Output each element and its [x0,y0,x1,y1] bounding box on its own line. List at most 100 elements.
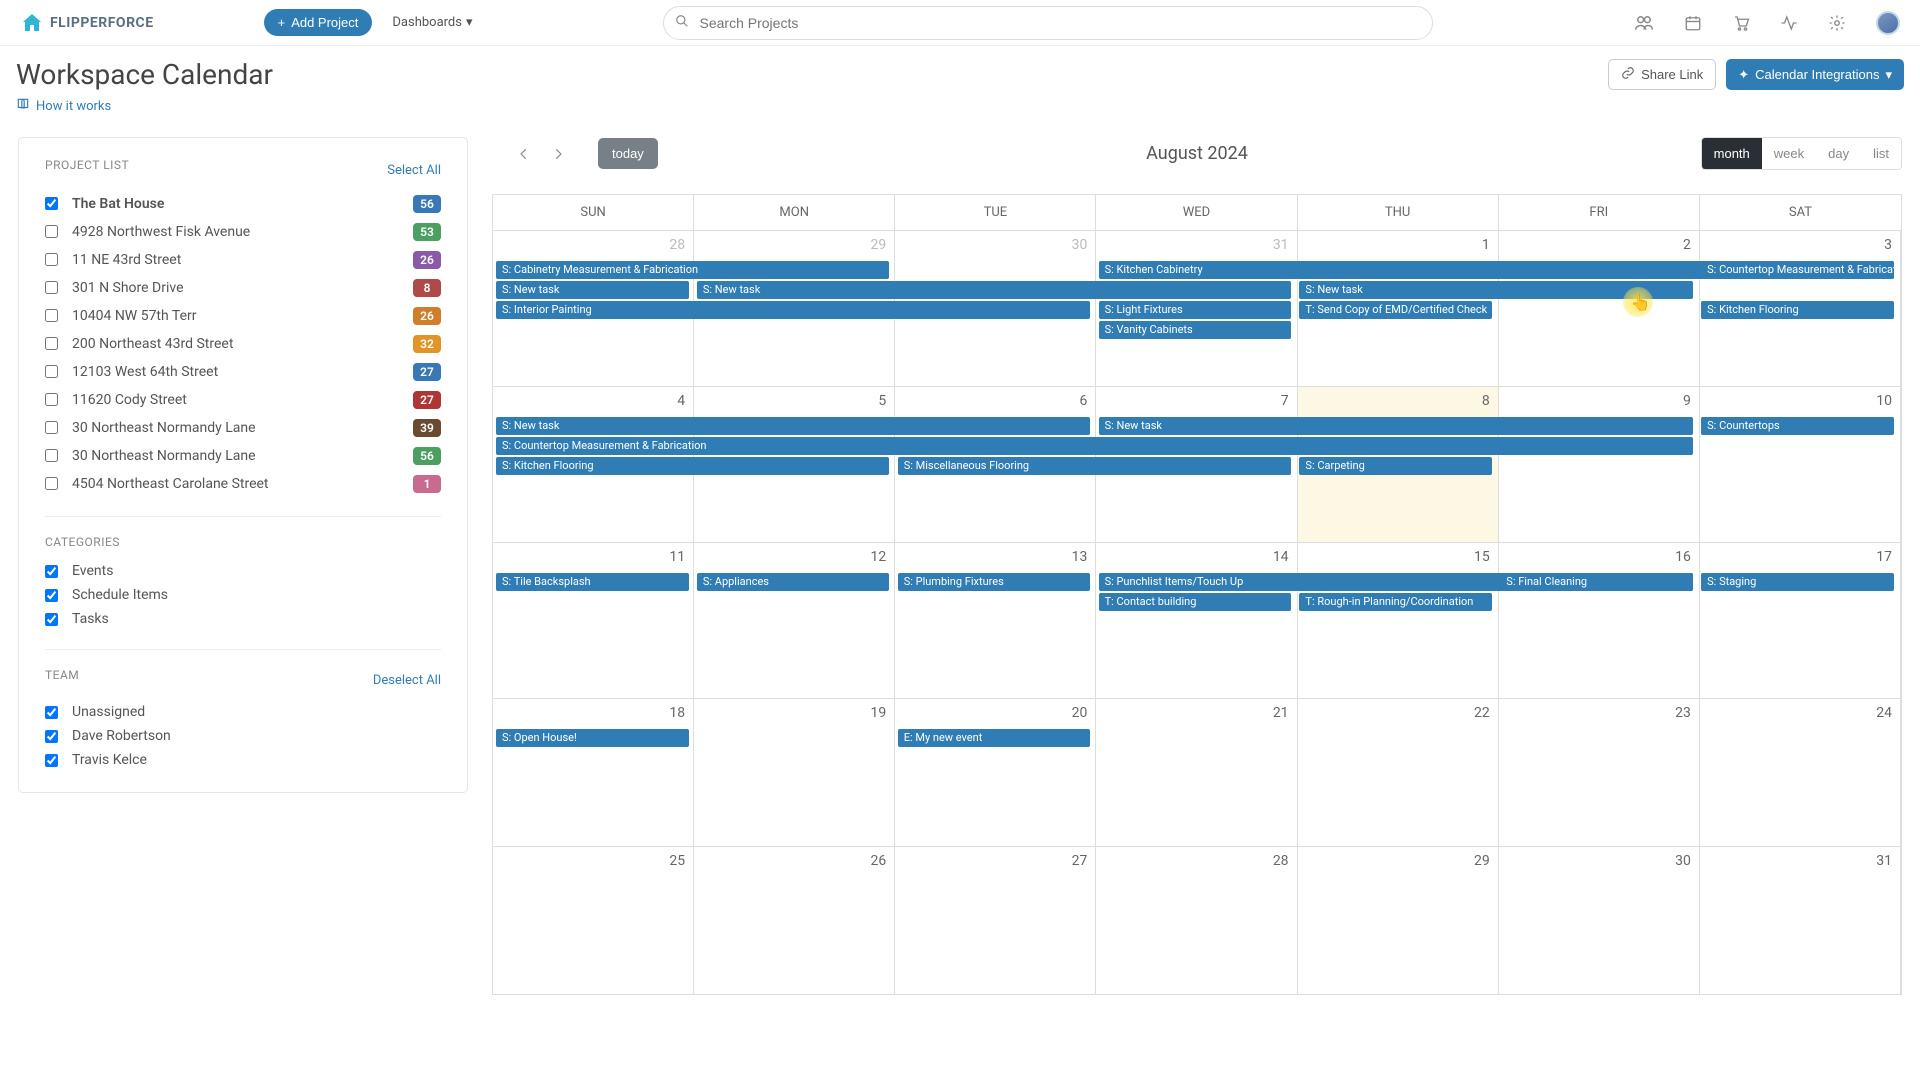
calendar-icon[interactable] [1684,14,1702,32]
calendar-day-cell[interactable]: 20 [895,699,1096,847]
category-item[interactable]: Tasks [45,607,441,631]
project-checkbox[interactable] [45,309,58,322]
calendar-event[interactable]: S: Vanity Cabinets [1099,321,1292,339]
calendar-day-cell[interactable]: 26 [694,847,895,995]
calendar-event[interactable]: S: Cabinetry Measurement & Fabrication [496,261,889,279]
project-checkbox[interactable] [45,281,58,294]
project-checkbox[interactable] [45,393,58,406]
calendar-event[interactable]: S: Final Cleaning [1500,573,1693,591]
project-checkbox[interactable] [45,477,58,490]
calendar-event[interactable]: S: Countertop Measurement & Fabrication [1701,261,1894,279]
project-item[interactable]: 12103 West 64th Street 27 [45,358,441,386]
cart-icon[interactable] [1732,14,1750,32]
today-button[interactable]: today [598,138,658,169]
category-item[interactable]: Schedule Items [45,583,441,607]
calendar-day-cell[interactable]: 29 [1298,847,1499,995]
activity-icon[interactable] [1780,14,1798,32]
project-checkbox[interactable] [45,253,58,266]
logo[interactable]: FLIPPERFORCE [20,11,154,35]
project-checkbox[interactable] [45,197,58,210]
calendar-event[interactable]: T: Send Copy of EMD/Certified Check [1299,301,1492,319]
view-month-button[interactable]: month [1702,138,1762,169]
calendar-day-cell[interactable]: 18 [493,699,694,847]
calendar-day-cell[interactable]: 19 [694,699,895,847]
calendar-day-cell[interactable]: 12 [694,543,895,699]
calendar-day-cell[interactable]: 28 [1096,847,1297,995]
category-checkbox[interactable] [45,565,58,578]
project-item[interactable]: 30 Northeast Normandy Lane 39 [45,414,441,442]
team-checkbox[interactable] [45,730,58,743]
dashboards-menu[interactable]: Dashboards ▾ [392,15,472,30]
project-item[interactable]: 200 Northeast 43rd Street 32 [45,330,441,358]
project-item[interactable]: 4928 Northwest Fisk Avenue 53 [45,218,441,246]
calendar-event[interactable]: S: Countertops [1701,417,1894,435]
team-item[interactable]: Dave Robertson [45,724,441,748]
project-item[interactable]: The Bat House 56 [45,190,441,218]
view-list-button[interactable]: list [1861,138,1901,169]
calendar-event[interactable]: S: New task [1099,417,1693,435]
next-month-button[interactable] [546,142,570,166]
team-item[interactable]: Travis Kelce [45,748,441,772]
calendar-day-cell[interactable]: 13 [895,543,1096,699]
project-item[interactable]: 10404 NW 57th Terr 26 [45,302,441,330]
calendar-event[interactable]: S: Plumbing Fixtures [898,573,1091,591]
calendar-event[interactable]: S: New task [1299,281,1692,299]
category-checkbox[interactable] [45,589,58,602]
project-item[interactable]: 30 Northeast Normandy Lane 56 [45,442,441,470]
calendar-day-cell[interactable]: 16 [1499,543,1700,699]
calendar-event[interactable]: S: Staging [1701,573,1894,591]
calendar-event[interactable]: T: Rough-in Planning/Coordination [1299,593,1492,611]
project-checkbox[interactable] [45,449,58,462]
project-item[interactable]: 11620 Cody Street 27 [45,386,441,414]
calendar-event[interactable]: S: Interior Painting [496,301,1090,319]
calendar-day-cell[interactable]: 15 [1298,543,1499,699]
calendar-day-cell[interactable]: 27 [895,847,1096,995]
calendar-day-cell[interactable]: 10 [1700,387,1901,543]
project-item[interactable]: 301 N Shore Drive 8 [45,274,441,302]
add-project-button[interactable]: + Add Project [264,9,373,36]
calendar-day-cell[interactable]: 22 [1298,699,1499,847]
project-checkbox[interactable] [45,225,58,238]
calendar-event[interactable]: S: Light Fixtures [1099,301,1292,319]
calendar-day-cell[interactable]: 17 [1700,543,1901,699]
view-week-button[interactable]: week [1762,138,1816,169]
share-link-button[interactable]: Share Link [1608,59,1716,90]
calendar-day-cell[interactable]: 23 [1499,699,1700,847]
team-checkbox[interactable] [45,706,58,719]
project-checkbox[interactable] [45,421,58,434]
calendar-day-cell[interactable]: 2 [1499,231,1700,387]
calendar-day-cell[interactable]: 30 [1499,847,1700,995]
avatar[interactable] [1876,11,1900,35]
calendar-event[interactable]: S: Open House! [496,729,689,747]
project-checkbox[interactable] [45,365,58,378]
calendar-day-cell[interactable]: 14 [1096,543,1297,699]
calendar-day-cell[interactable]: 11 [493,543,694,699]
calendar-day-cell[interactable]: 25 [493,847,694,995]
calendar-day-cell[interactable]: 9 [1499,387,1700,543]
calendar-event[interactable]: E: My new event [898,729,1091,747]
calendar-event[interactable]: S: Kitchen Flooring [1701,301,1894,319]
calendar-event[interactable]: T: Contact building [1099,593,1292,611]
calendar-event[interactable]: S: New task [496,417,1090,435]
calendar-day-cell[interactable]: 24 [1700,699,1901,847]
calendar-integrations-button[interactable]: ✦ Calendar Integrations ▾ [1726,59,1904,90]
view-day-button[interactable]: day [1816,138,1861,169]
calendar-day-cell[interactable]: 21 [1096,699,1297,847]
calendar-event[interactable]: S: Carpeting [1299,457,1492,475]
calendar-event[interactable]: S: Countertop Measurement & Fabrication [496,437,1693,455]
project-checkbox[interactable] [45,337,58,350]
calendar-event[interactable]: S: Appliances [697,573,890,591]
users-icon[interactable] [1634,13,1654,33]
category-item[interactable]: Events [45,559,441,583]
deselect-all-link[interactable]: Deselect All [373,673,441,688]
prev-month-button[interactable] [512,142,536,166]
team-checkbox[interactable] [45,754,58,767]
project-item[interactable]: 4504 Northeast Carolane Street 1 [45,470,441,498]
calendar-event[interactable]: S: Kitchen Flooring [496,457,889,475]
project-item[interactable]: 11 NE 43rd Street 26 [45,246,441,274]
team-item[interactable]: Unassigned [45,700,441,724]
calendar-event[interactable]: S: Tile Backsplash [496,573,689,591]
calendar-event[interactable]: S: Miscellaneous Flooring [898,457,1291,475]
search-input[interactable] [663,6,1433,40]
category-checkbox[interactable] [45,613,58,626]
